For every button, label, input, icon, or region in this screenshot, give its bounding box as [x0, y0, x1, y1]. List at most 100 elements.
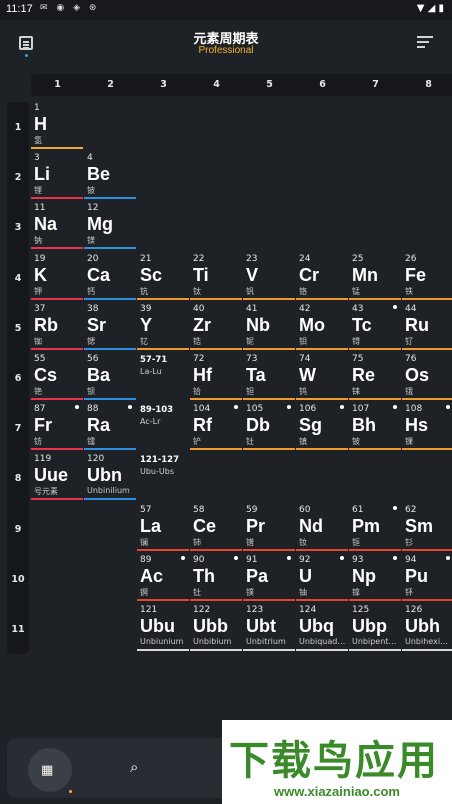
element-cell-Pr[interactable]: 59 Pr 镨	[243, 504, 296, 554]
nav-table-button[interactable]: ▦	[28, 748, 72, 793]
element-cell-Zr[interactable]: 40 Zr 锆	[190, 303, 243, 353]
element-cell-Db[interactable]: 105 Db 钍	[243, 403, 296, 453]
element-cell-Na[interactable]: 11 Na 钠	[31, 202, 84, 252]
atomic-number: 59	[246, 504, 258, 515]
element-cell-Fr[interactable]: 87 Fr 钫	[31, 403, 84, 453]
element-cell-Ti[interactable]: 22 Ti 钛	[190, 253, 243, 303]
period-number-8: 8	[14, 473, 22, 485]
period-number-2: 2	[14, 172, 22, 184]
search-icon[interactable]: ⌕	[130, 758, 138, 776]
element-cell-Ubb[interactable]: 122 Ubb Unbibium	[190, 604, 243, 654]
category-color-bar	[137, 297, 189, 300]
element-name: Unbitrium	[246, 637, 286, 646]
element-cell-Hs[interactable]: 108 Hs 锞	[402, 403, 452, 453]
element-cell-Uue[interactable]: 119 Uue 号元素	[31, 453, 84, 503]
atomic-number: 76	[405, 354, 417, 364]
series-range: 121-127	[140, 455, 180, 466]
atomic-number: 56	[87, 354, 99, 364]
element-cell-Ubh[interactable]: 126 Ubh Unbihexi…	[402, 604, 452, 654]
element-cell-W[interactable]: 74 W 钨	[296, 353, 349, 403]
element-cell-Tc[interactable]: 43 Tc 锝	[349, 303, 402, 353]
series-reference-cell[interactable]: 89-103 Ac-Lr	[137, 403, 190, 453]
element-cell-U[interactable]: 92 U 铀	[296, 554, 349, 604]
element-cell-Ta[interactable]: 73 Ta 钽	[243, 353, 296, 403]
radioactive-dot-icon	[340, 405, 344, 410]
element-cell-Sc[interactable]: 21 Sc 钪	[137, 253, 190, 303]
element-cell-K[interactable]: 19 K 钾	[31, 253, 84, 303]
element-symbol: H	[34, 114, 47, 134]
series-label: Ac-Lr	[140, 417, 161, 427]
element-cell-Cs[interactable]: 55 Cs 铯	[31, 353, 84, 403]
element-cell-Ba[interactable]: 56 Ba 钡	[84, 353, 137, 403]
element-cell-La[interactable]: 57 La 镧	[137, 504, 190, 554]
element-cell-Sm[interactable]: 62 Sm 钐	[402, 504, 452, 554]
element-cell-Pa[interactable]: 91 Pa 镤	[243, 554, 296, 604]
element-cell-Th[interactable]: 90 Th 钍	[190, 554, 243, 604]
element-name: 钇	[140, 336, 148, 346]
atomic-number: 19	[34, 253, 46, 264]
element-cell-Os[interactable]: 76 Os 锇	[402, 353, 452, 403]
element-name: 铯	[34, 387, 42, 396]
category-color-bar	[190, 649, 242, 651]
element-symbol: Cr	[299, 264, 320, 285]
element-cell-Sg[interactable]: 106 Sg 镇	[296, 403, 349, 453]
element-symbol: Db	[246, 415, 270, 436]
element-name: 钒	[246, 286, 254, 296]
status-time: 11:17	[6, 3, 33, 15]
element-cell-Ubt[interactable]: 123 Ubt Unbitrium	[243, 604, 296, 654]
element-cell-Hf[interactable]: 72 Hf 铪	[190, 353, 243, 403]
element-cell-Ce[interactable]: 58 Ce 铈	[190, 504, 243, 554]
element-cell-Fe[interactable]: 26 Fe 铁	[402, 253, 452, 303]
element-cell-Li[interactable]: 3 Li 锂	[31, 152, 84, 202]
element-cell-Rf[interactable]: 104 Rf 铲	[190, 403, 243, 453]
atomic-number: 39	[140, 303, 152, 314]
element-cell-Be[interactable]: 4 Be 铍	[84, 152, 137, 202]
element-cell-Mo[interactable]: 42 Mo 钼	[296, 303, 349, 353]
element-name: 钙	[87, 286, 95, 296]
category-color-bar	[31, 498, 83, 501]
element-cell-Bh[interactable]: 107 Bh 铍	[349, 403, 402, 453]
element-cell-Nd[interactable]: 60 Nd 钕	[296, 504, 349, 554]
sort-icon[interactable]	[417, 36, 433, 48]
element-cell-Mn[interactable]: 25 Mn 锰	[349, 253, 402, 303]
element-name: 钍	[193, 587, 201, 597]
radioactive-dot-icon	[446, 405, 450, 410]
element-cell-Ru[interactable]: 44 Ru 钌	[402, 303, 452, 353]
element-cell-Ac[interactable]: 89 Ac 锕	[137, 554, 190, 604]
element-cell-Pm[interactable]: 61 Pm 钷	[349, 504, 402, 554]
atomic-number: 120	[87, 454, 105, 465]
element-cell-Ca[interactable]: 20 Ca 钙	[84, 253, 137, 303]
element-cell-Sr[interactable]: 38 Sr 锶	[84, 303, 137, 353]
element-name: 铈	[193, 537, 201, 547]
atomic-number: 106	[299, 404, 317, 415]
category-color-bar	[349, 448, 401, 451]
element-cell-Ra[interactable]: 88 Ra 镭	[84, 403, 137, 453]
element-symbol: Pr	[246, 515, 266, 536]
series-reference-cell[interactable]: 121-127 Ubu-Ubs	[137, 453, 190, 503]
group-number-1: 1	[54, 79, 61, 90]
series-reference-cell[interactable]: 57-71 La-Lu	[137, 353, 190, 403]
element-cell-Ubq[interactable]: 124 Ubq Unbiquad…	[296, 604, 349, 654]
element-cell-Ubn[interactable]: 120 Ubn Unbinilium	[84, 453, 137, 503]
category-color-bar	[84, 197, 136, 200]
element-cell-Np[interactable]: 93 Np 镎	[349, 554, 402, 604]
element-cell-Cr[interactable]: 24 Cr 铬	[296, 253, 349, 303]
element-cell-H[interactable]: 1H氢	[31, 102, 84, 152]
element-cell-Pu[interactable]: 94 Pu 钚	[402, 554, 452, 604]
element-cell-Rb[interactable]: 37 Rb 铷	[31, 303, 84, 353]
element-symbol: K	[34, 264, 47, 285]
atomic-number: 55	[34, 354, 46, 364]
element-cell-Nb[interactable]: 41 Nb 铌	[243, 303, 296, 353]
element-cell-V[interactable]: 23 V 钒	[243, 253, 296, 303]
atomic-number: 44	[405, 303, 417, 314]
element-symbol: Th	[193, 565, 215, 586]
element-cell-Y[interactable]: 39 Y 钇	[137, 303, 190, 353]
element-name: 锝	[352, 336, 360, 346]
element-cell-Ubu[interactable]: 121 Ubu Unbiunium	[137, 604, 190, 654]
atomic-number: 24	[299, 253, 311, 264]
element-symbol: Re	[352, 365, 376, 385]
element-cell-Re[interactable]: 75 Re 铼	[349, 353, 402, 403]
series-range: 57-71	[140, 355, 168, 365]
element-cell-Mg[interactable]: 12 Mg 镁	[84, 202, 137, 252]
element-cell-Ubp[interactable]: 125 Ubp Unbipent…	[349, 604, 402, 654]
